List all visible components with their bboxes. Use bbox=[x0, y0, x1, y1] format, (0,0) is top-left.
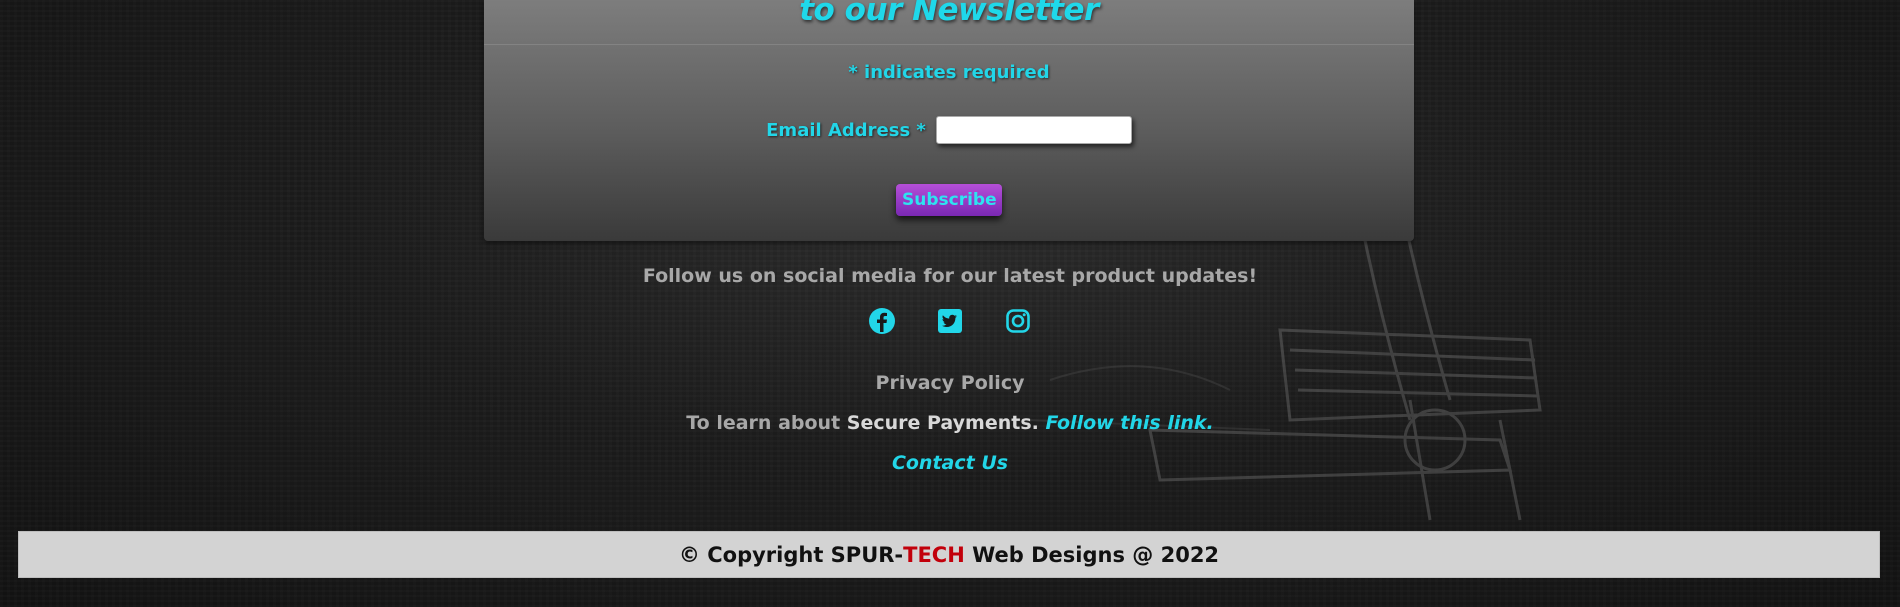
newsletter-header: to our Newsletter bbox=[484, 0, 1414, 45]
contact-us-link[interactable]: Contact Us bbox=[0, 452, 1900, 474]
brand-highlight: TECH bbox=[903, 542, 965, 567]
social-icons bbox=[0, 306, 1900, 336]
email-row: Email Address * bbox=[484, 116, 1414, 144]
secure-payments-label: Secure Payments. bbox=[846, 412, 1039, 434]
privacy-policy-link[interactable]: Privacy Policy bbox=[0, 372, 1900, 394]
copyright-footer: © Copyright SPUR- TECH Web Designs @ 2022 bbox=[18, 531, 1880, 578]
newsletter-signup-panel: to our Newsletter * indicates required E… bbox=[484, 0, 1414, 241]
follow-social-text: Follow us on social media for our latest… bbox=[642, 265, 1258, 287]
newsletter-title: to our Newsletter bbox=[799, 0, 1099, 28]
subscribe-button[interactable]: Subscribe bbox=[896, 184, 1002, 216]
secure-prefix: To learn about bbox=[686, 412, 847, 434]
copyright-prefix: © Copyright SPUR- bbox=[678, 542, 904, 567]
secure-payments-line: To learn about Secure Payments. Follow t… bbox=[0, 412, 1900, 434]
required-note: * indicates required bbox=[848, 62, 1050, 83]
instagram-icon[interactable] bbox=[1003, 306, 1033, 336]
email-field[interactable] bbox=[935, 116, 1132, 144]
facebook-icon[interactable] bbox=[867, 306, 897, 336]
email-label: Email Address * bbox=[766, 119, 926, 141]
copyright-suffix: Web Designs @ 2022 bbox=[964, 542, 1220, 567]
secure-payments-link[interactable]: Follow this link. bbox=[1046, 412, 1214, 434]
twitter-icon[interactable] bbox=[935, 306, 965, 336]
